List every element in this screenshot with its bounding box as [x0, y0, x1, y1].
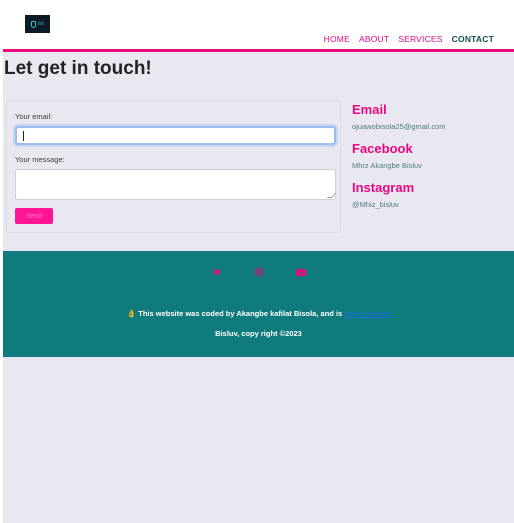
credit-text: This website was coded by Akangbe kafila… — [138, 309, 343, 318]
contact-info: Email ojuawobisola25@gmail.com Facebook … — [352, 102, 512, 219]
email-heading: Email — [352, 102, 387, 117]
twitter-icon[interactable] — [212, 267, 222, 277]
logo-text: ℓℓℓ — [37, 21, 45, 27]
youtube-icon[interactable] — [296, 267, 306, 277]
footer-credit: 👌 This website was coded by Akangbe kafi… — [3, 309, 514, 318]
main-nav: HOME ABOUT SERVICES CONTACT — [324, 34, 494, 44]
nav-contact[interactable]: CONTACT — [452, 34, 494, 44]
instagram-icon[interactable] — [254, 267, 264, 277]
email-address[interactable]: ojuawobisola25@gmail.com — [352, 122, 512, 132]
send-button[interactable]: Send — [15, 208, 53, 224]
open-source-link[interactable]: open-sourced — [344, 309, 390, 318]
facebook-heading: Facebook — [352, 141, 413, 156]
copyright: Bisluv, copy right ©2023 — [215, 329, 302, 338]
facebook-name[interactable]: Mhrz Akangbe Bisluv — [352, 161, 512, 171]
page: ℓℓℓ HOME ABOUT SERVICES CONTACT Let get … — [3, 0, 514, 523]
email-field[interactable] — [15, 126, 336, 145]
logo[interactable]: ℓℓℓ — [25, 15, 50, 33]
message-field[interactable] — [15, 169, 337, 200]
nav-about[interactable]: ABOUT — [359, 34, 389, 44]
email-label: Your email: — [15, 112, 53, 121]
page-title: Let get in touch! — [4, 58, 152, 79]
instagram-heading: Instagram — [352, 180, 415, 195]
ok-hand-icon: 👌 — [126, 309, 137, 318]
contact-form: Your email: Your message: Send — [6, 100, 341, 233]
site-header: ℓℓℓ HOME ABOUT SERVICES CONTACT — [3, 0, 514, 52]
site-footer: 👌 This website was coded by Akangbe kafi… — [3, 251, 514, 357]
text-caret — [23, 131, 24, 141]
resize-handle-icon[interactable] — [326, 193, 337, 198]
message-label: Your message: — [15, 155, 65, 164]
nav-home[interactable]: HOME — [324, 34, 350, 44]
logo-icon — [30, 20, 36, 28]
nav-services[interactable]: SERVICES — [398, 34, 442, 44]
instagram-handle[interactable]: @Mhiz_bisluv — [352, 200, 512, 210]
